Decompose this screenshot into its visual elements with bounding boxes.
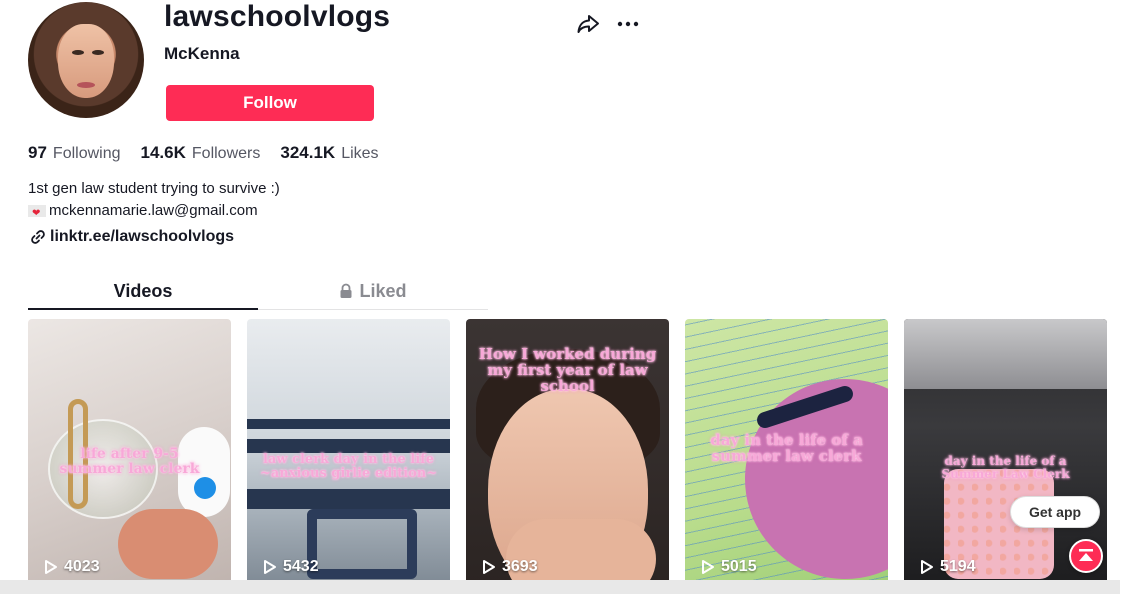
- view-count: 5432: [263, 558, 319, 576]
- stat-label: Following: [52, 145, 121, 162]
- stat-followers[interactable]: 14.6K Followers: [141, 143, 261, 163]
- video-caption: How I worked during my first year of law…: [478, 345, 657, 395]
- scroll-to-top-button[interactable]: [1069, 539, 1103, 573]
- view-count: 5194: [920, 558, 976, 576]
- video-grid: life after 9-5 summer law clerk 4023 law…: [28, 319, 1107, 588]
- stat-following[interactable]: 97 Following: [28, 143, 121, 163]
- video-caption: day in the life of a Summer Law Clerk: [941, 454, 1070, 481]
- play-icon: [483, 560, 495, 574]
- video-thumbnail-art: [247, 439, 450, 453]
- profile-tabs: Videos Liked: [28, 276, 488, 310]
- lock-icon: [340, 283, 352, 298]
- tab-label: Liked: [359, 281, 407, 301]
- view-count: 5015: [701, 558, 757, 576]
- stat-value: 324.1K: [280, 143, 336, 162]
- share-icon[interactable]: [576, 12, 600, 36]
- follow-button[interactable]: Follow: [166, 85, 374, 121]
- video-card[interactable]: day in the life of a summer law clerk 50…: [685, 319, 888, 588]
- video-thumbnail-art: [307, 509, 417, 579]
- link-icon: [31, 230, 45, 244]
- bio-text: 1st gen law student trying to survive :): [28, 180, 280, 197]
- video-thumbnail-art: [904, 319, 1107, 389]
- bio: 1st gen law student trying to survive :)…: [28, 178, 280, 225]
- avatar-lips: [77, 82, 95, 88]
- view-count-text: 5194: [940, 558, 976, 575]
- video-caption: law clerk day in the life ~anxious girli…: [259, 452, 438, 481]
- view-count: 3693: [482, 558, 538, 576]
- stat-label: Likes: [341, 145, 379, 162]
- stat-value: 97: [28, 143, 47, 162]
- bio-email-line: mckennamarie.law@gmail.com: [28, 200, 280, 225]
- more-options-icon[interactable]: [616, 12, 640, 36]
- play-icon: [264, 560, 276, 574]
- video-thumbnail-art: [247, 419, 450, 429]
- video-card[interactable]: How I worked during my first year of law…: [466, 319, 669, 588]
- video-thumbnail-art: [118, 509, 218, 579]
- avatar-eye: [72, 50, 84, 55]
- tab-label: Videos: [113, 281, 173, 301]
- view-count-text: 4023: [64, 558, 100, 575]
- profile-stats: 97 Following 14.6K Followers 324.1K Likes: [28, 143, 379, 163]
- view-count-text: 5432: [283, 558, 319, 575]
- video-caption: day in the life of a summer law clerk: [710, 431, 863, 465]
- view-count-text: 3693: [502, 558, 538, 575]
- play-icon: [45, 560, 57, 574]
- tab-liked[interactable]: Liked: [258, 276, 488, 309]
- avatar[interactable]: [28, 2, 144, 118]
- video-caption: life after 9-5 summer law clerk: [59, 446, 200, 477]
- nickname: McKenna: [164, 44, 240, 63]
- bio-email: mckennamarie.law@gmail.com: [49, 202, 258, 219]
- arrow-up-icon: [1079, 549, 1093, 561]
- get-app-button[interactable]: Get app: [1010, 496, 1100, 528]
- view-count-text: 5015: [721, 558, 757, 575]
- stat-label: Followers: [191, 145, 261, 162]
- video-card[interactable]: law clerk day in the life ~anxious girli…: [247, 319, 450, 588]
- view-count: 4023: [44, 558, 100, 576]
- play-icon: [702, 560, 714, 574]
- play-icon: [921, 560, 933, 574]
- horizontal-scrollbar[interactable]: [0, 580, 1120, 594]
- stat-value: 14.6K: [140, 143, 186, 162]
- avatar-eye: [92, 50, 104, 55]
- profile-link-text: linktr.ee/lawschoolvlogs: [50, 228, 235, 245]
- video-thumbnail-art: [247, 489, 450, 509]
- tab-videos[interactable]: Videos: [28, 276, 258, 310]
- video-thumbnail-art: [506, 519, 656, 588]
- stat-likes: 324.1K Likes: [280, 143, 378, 163]
- username: lawschoolvlogs: [164, 0, 391, 33]
- video-card[interactable]: life after 9-5 summer law clerk 4023: [28, 319, 231, 588]
- heart-icon: [28, 203, 46, 225]
- profile-link[interactable]: linktr.ee/lawschoolvlogs: [30, 228, 234, 246]
